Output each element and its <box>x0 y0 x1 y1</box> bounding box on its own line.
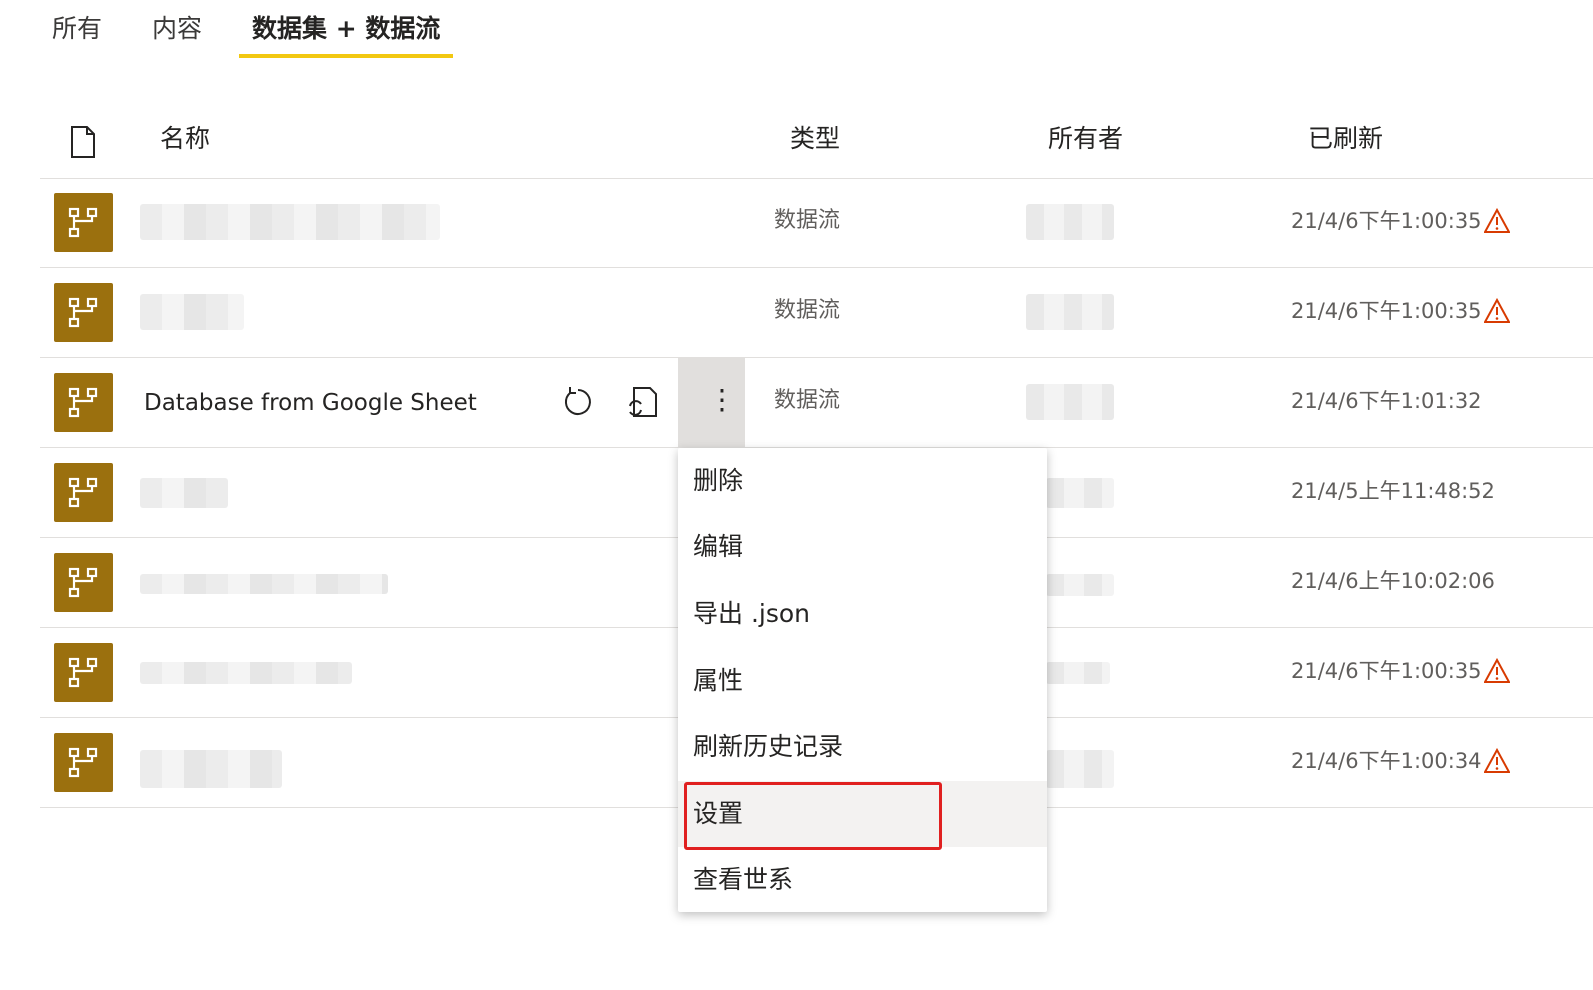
row-type: 数据流 <box>774 298 841 323</box>
menu-item-label: 查看世系 <box>693 865 794 894</box>
redacted-name <box>140 294 244 330</box>
tab-all[interactable]: 所有 <box>52 12 102 46</box>
row-refreshed: 21/4/6上午10:02:06 <box>1291 569 1495 593</box>
refresh-icon[interactable] <box>560 384 596 420</box>
tab-bar: 所有 内容 数据集 + 数据流 <box>0 0 1593 60</box>
document-icon <box>71 126 95 158</box>
row-refreshed: 21/4/6下午1:00:35 <box>1291 659 1482 683</box>
redacted-name <box>140 574 388 594</box>
annotation-highlight-box <box>684 782 942 850</box>
row-refreshed: 21/4/6下午1:00:35 <box>1291 209 1482 233</box>
dataflow-icon-tile <box>54 733 113 792</box>
menu-item-label: 属性 <box>693 666 744 695</box>
redacted-owner <box>1046 750 1114 788</box>
more-options-icon: ⋮ <box>708 383 736 416</box>
row-refreshed: 21/4/5上午11:48:52 <box>1291 479 1495 503</box>
menu-item-label: 删除 <box>693 466 744 495</box>
column-header-owner[interactable]: 所有者 <box>1048 124 1123 154</box>
menu-item-delete[interactable]: 删除 <box>678 448 1047 514</box>
redacted-name <box>140 204 440 240</box>
warning-icon[interactable] <box>1484 748 1510 774</box>
table-row[interactable]: Database from Google Sheet ⋮ 数据流 21/4/6下… <box>40 358 1593 448</box>
menu-item-label: 编辑 <box>693 532 744 561</box>
dataflow-icon-tile <box>54 463 113 522</box>
row-refreshed: 21/4/6下午1:00:35 <box>1291 299 1482 323</box>
more-options-button[interactable]: ⋮ <box>678 358 745 447</box>
column-header-type[interactable]: 类型 <box>790 124 840 154</box>
active-tab-indicator <box>239 54 453 58</box>
tab-datasets-dataflows[interactable]: 数据集 + 数据流 <box>252 12 440 46</box>
redacted-owner <box>1026 294 1114 330</box>
column-header-refreshed[interactable]: 已刷新 <box>1308 124 1383 154</box>
menu-item-properties[interactable]: 属性 <box>678 648 1047 714</box>
dataflow-icon <box>68 657 99 688</box>
dataflow-icon-tile <box>54 373 113 432</box>
row-type: 数据流 <box>774 208 841 233</box>
redacted-name <box>140 478 228 508</box>
dataflow-icon <box>68 747 99 778</box>
dataflow-icon <box>68 207 99 238</box>
table-row[interactable]: 数据流 21/4/6下午1:00:35 <box>40 268 1593 358</box>
menu-item-refresh-history[interactable]: 刷新历史记录 <box>678 714 1047 780</box>
dataflow-icon <box>68 567 99 598</box>
warning-icon[interactable] <box>1484 298 1510 324</box>
redacted-owner <box>1046 478 1114 508</box>
row-refreshed: 21/4/6下午1:00:34 <box>1291 749 1482 773</box>
redacted-owner <box>1026 204 1114 240</box>
dataflow-icon-tile <box>54 283 113 342</box>
row-refreshed: 21/4/6下午1:01:32 <box>1291 389 1482 413</box>
dataflow-icon-tile <box>54 553 113 612</box>
redacted-name <box>140 662 352 684</box>
menu-item-export-json[interactable]: 导出 .json <box>678 581 1047 647</box>
warning-icon[interactable] <box>1484 208 1510 234</box>
redacted-owner <box>1026 384 1114 420</box>
redacted-owner <box>1046 662 1110 684</box>
schedule-refresh-icon[interactable] <box>626 384 662 420</box>
redacted-name <box>140 750 282 788</box>
menu-item-edit[interactable]: 编辑 <box>678 514 1047 580</box>
menu-item-label: 导出 .json <box>693 599 811 628</box>
dataflow-icon <box>68 387 99 418</box>
dataflow-icon-tile <box>54 193 113 252</box>
table-header: 名称 类型 所有者 已刷新 <box>40 110 1593 179</box>
dataflow-icon-tile <box>54 643 113 702</box>
menu-item-view-lineage[interactable]: 查看世系 <box>678 847 1047 913</box>
redacted-owner <box>1046 574 1114 596</box>
column-header-name[interactable]: 名称 <box>160 124 210 154</box>
tab-content[interactable]: 内容 <box>152 12 202 46</box>
warning-icon[interactable] <box>1484 658 1510 684</box>
row-name[interactable]: Database from Google Sheet <box>144 388 477 418</box>
dataflow-icon <box>68 477 99 508</box>
menu-item-label: 刷新历史记录 <box>693 732 844 761</box>
table-row[interactable]: 数据流 21/4/6下午1:00:35 <box>40 178 1593 268</box>
dataflow-icon <box>68 297 99 328</box>
row-type: 数据流 <box>774 388 841 413</box>
